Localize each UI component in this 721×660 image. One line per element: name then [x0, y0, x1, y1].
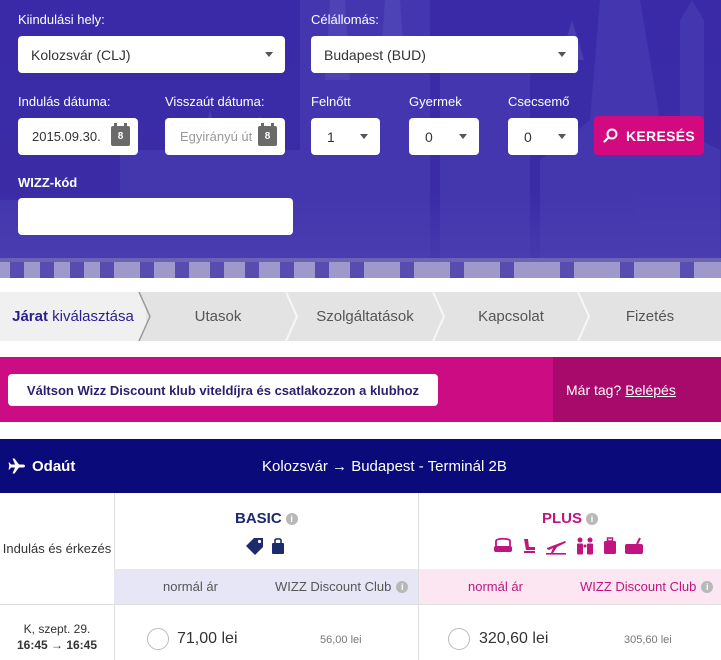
- basic-fare-radio[interactable]: [147, 628, 169, 650]
- infant-select[interactable]: 0: [508, 118, 578, 155]
- basic-club-price-header: WIZZ Discount Club i: [275, 569, 409, 604]
- plus-fare-name: PLUS: [542, 510, 583, 527]
- basic-club-label: WIZZ Discount Club: [275, 579, 392, 594]
- login-link[interactable]: Belépés: [625, 382, 676, 398]
- bag-icon: [625, 537, 643, 554]
- depart-date-field[interactable]: 2015.09.30. 8: [18, 118, 138, 155]
- calendar-icon[interactable]: 8: [111, 123, 130, 146]
- adult-value: 1: [327, 128, 335, 145]
- adult-select[interactable]: 1: [311, 118, 380, 155]
- plus-subheader: normál ár WIZZ Discount Club i: [419, 569, 721, 604]
- child-label: Gyermek: [409, 94, 462, 109]
- search-button[interactable]: KERESÉS: [594, 116, 704, 155]
- adult-label: Felnőtt: [311, 94, 351, 109]
- depart-date-value: 2015.09.30.: [32, 129, 101, 144]
- family-icon: [577, 537, 593, 555]
- plus-fare-title: PLUS i: [542, 510, 599, 527]
- from-value: Kolozsvár (CLJ): [31, 46, 131, 63]
- wizz-code-label: WIZZ-kód: [18, 175, 78, 190]
- flight-date: K, szept. 29.: [23, 622, 91, 636]
- plus-fare-radio[interactable]: [448, 628, 470, 650]
- step-passengers[interactable]: Utasok: [150, 292, 286, 341]
- info-icon[interactable]: i: [285, 512, 298, 525]
- child-select[interactable]: 0: [409, 118, 479, 155]
- outbound-text: Odaút: [32, 457, 76, 475]
- join-discount-club-button[interactable]: Váltson Wizz Discount klub viteldíjra és…: [8, 374, 438, 406]
- info-icon[interactable]: i: [586, 512, 599, 525]
- step-payment[interactable]: Fizetés: [589, 292, 711, 341]
- member-login: Már tag? Belépés: [553, 357, 721, 422]
- to-value: Budapest (BUD): [324, 46, 426, 63]
- infant-value: 0: [524, 128, 532, 145]
- booking-steps: Járat kiválasztása Utasok Szolgáltatások…: [0, 292, 721, 341]
- member-text: Már tag?: [566, 381, 622, 398]
- basic-fare-icons: [245, 537, 285, 555]
- flight-route: Kolozsvár → Budapest - Terminál 2B: [262, 457, 507, 475]
- flight-times: 16:45 → 16:45: [16, 638, 98, 652]
- plus-fare-icons: [493, 537, 644, 555]
- takeoff-icon: [546, 541, 566, 555]
- basic-club-price: 56,00 lei: [320, 634, 362, 646]
- depart-date-label: Indulás dátuma:: [18, 94, 111, 109]
- step-contact[interactable]: Kapcsolat: [444, 292, 578, 341]
- price-tag-icon: [246, 538, 263, 555]
- chevron-down-icon: [558, 52, 566, 57]
- search-icon: [603, 128, 618, 143]
- basic-subheader: normál ár WIZZ Discount Club i: [114, 569, 418, 604]
- plus-club-price-header: WIZZ Discount Club i: [580, 569, 714, 604]
- discount-club-banner: Váltson Wizz Discount klub viteldíjra és…: [0, 357, 721, 422]
- seat-icon: [494, 537, 512, 552]
- from-select[interactable]: Kolozsvár (CLJ): [18, 36, 285, 73]
- basic-fare-title: BASIC i: [235, 510, 298, 527]
- to-label: Célállomás:: [311, 12, 379, 27]
- basic-fare-name: BASIC: [235, 510, 282, 527]
- wizz-code-input[interactable]: [18, 198, 293, 235]
- plus-club-label: WIZZ Discount Club: [580, 579, 697, 594]
- basic-normal-price-label: normál ár: [163, 579, 218, 594]
- plus-club-price: 305,60 lei: [624, 634, 672, 646]
- chevron-down-icon: [360, 134, 368, 139]
- fare-table: Indulás és érkezés BASIC i normál ár WIZ…: [0, 493, 721, 660]
- search-panel: Kiindulási hely: Kolozsvár (CLJ) Célállo…: [0, 0, 721, 278]
- suitcase-icon: [604, 537, 616, 554]
- to-select[interactable]: Budapest (BUD): [311, 36, 578, 73]
- chevron-down-icon: [459, 134, 467, 139]
- infant-label: Csecsemő: [508, 94, 570, 109]
- chevron-down-icon: [558, 134, 566, 139]
- child-value: 0: [425, 128, 433, 145]
- search-button-label: KERESÉS: [625, 127, 695, 144]
- from-label: Kiindulási hely:: [18, 12, 105, 27]
- calendar-icon[interactable]: 8: [258, 123, 277, 146]
- flight-header: Odaút Kolozsvár → Budapest - Terminál 2B: [0, 439, 721, 493]
- plus-normal-price-label: normál ár: [468, 579, 523, 594]
- plus-price: 320,60 lei: [479, 630, 549, 647]
- return-date-placeholder: Egyirányú út: [180, 129, 253, 144]
- handbag-icon: [272, 538, 284, 554]
- info-icon[interactable]: i: [396, 580, 409, 593]
- flight-time-cell: K, szept. 29. 16:45 → 16:45: [0, 621, 114, 653]
- outbound-label: Odaút: [8, 439, 75, 493]
- return-date-field[interactable]: Egyirányú út 8: [165, 118, 285, 155]
- basic-price: 71,00 lei: [177, 630, 238, 647]
- departure-arrival-header: Indulás és érkezés: [2, 541, 112, 556]
- plane-icon: [8, 458, 25, 474]
- return-date-label: Visszaút dátuma:: [165, 94, 265, 109]
- chevron-down-icon: [265, 52, 273, 57]
- info-icon[interactable]: i: [701, 580, 714, 593]
- step-services[interactable]: Szolgáltatások: [297, 292, 433, 341]
- priority-seat-icon: [524, 539, 535, 553]
